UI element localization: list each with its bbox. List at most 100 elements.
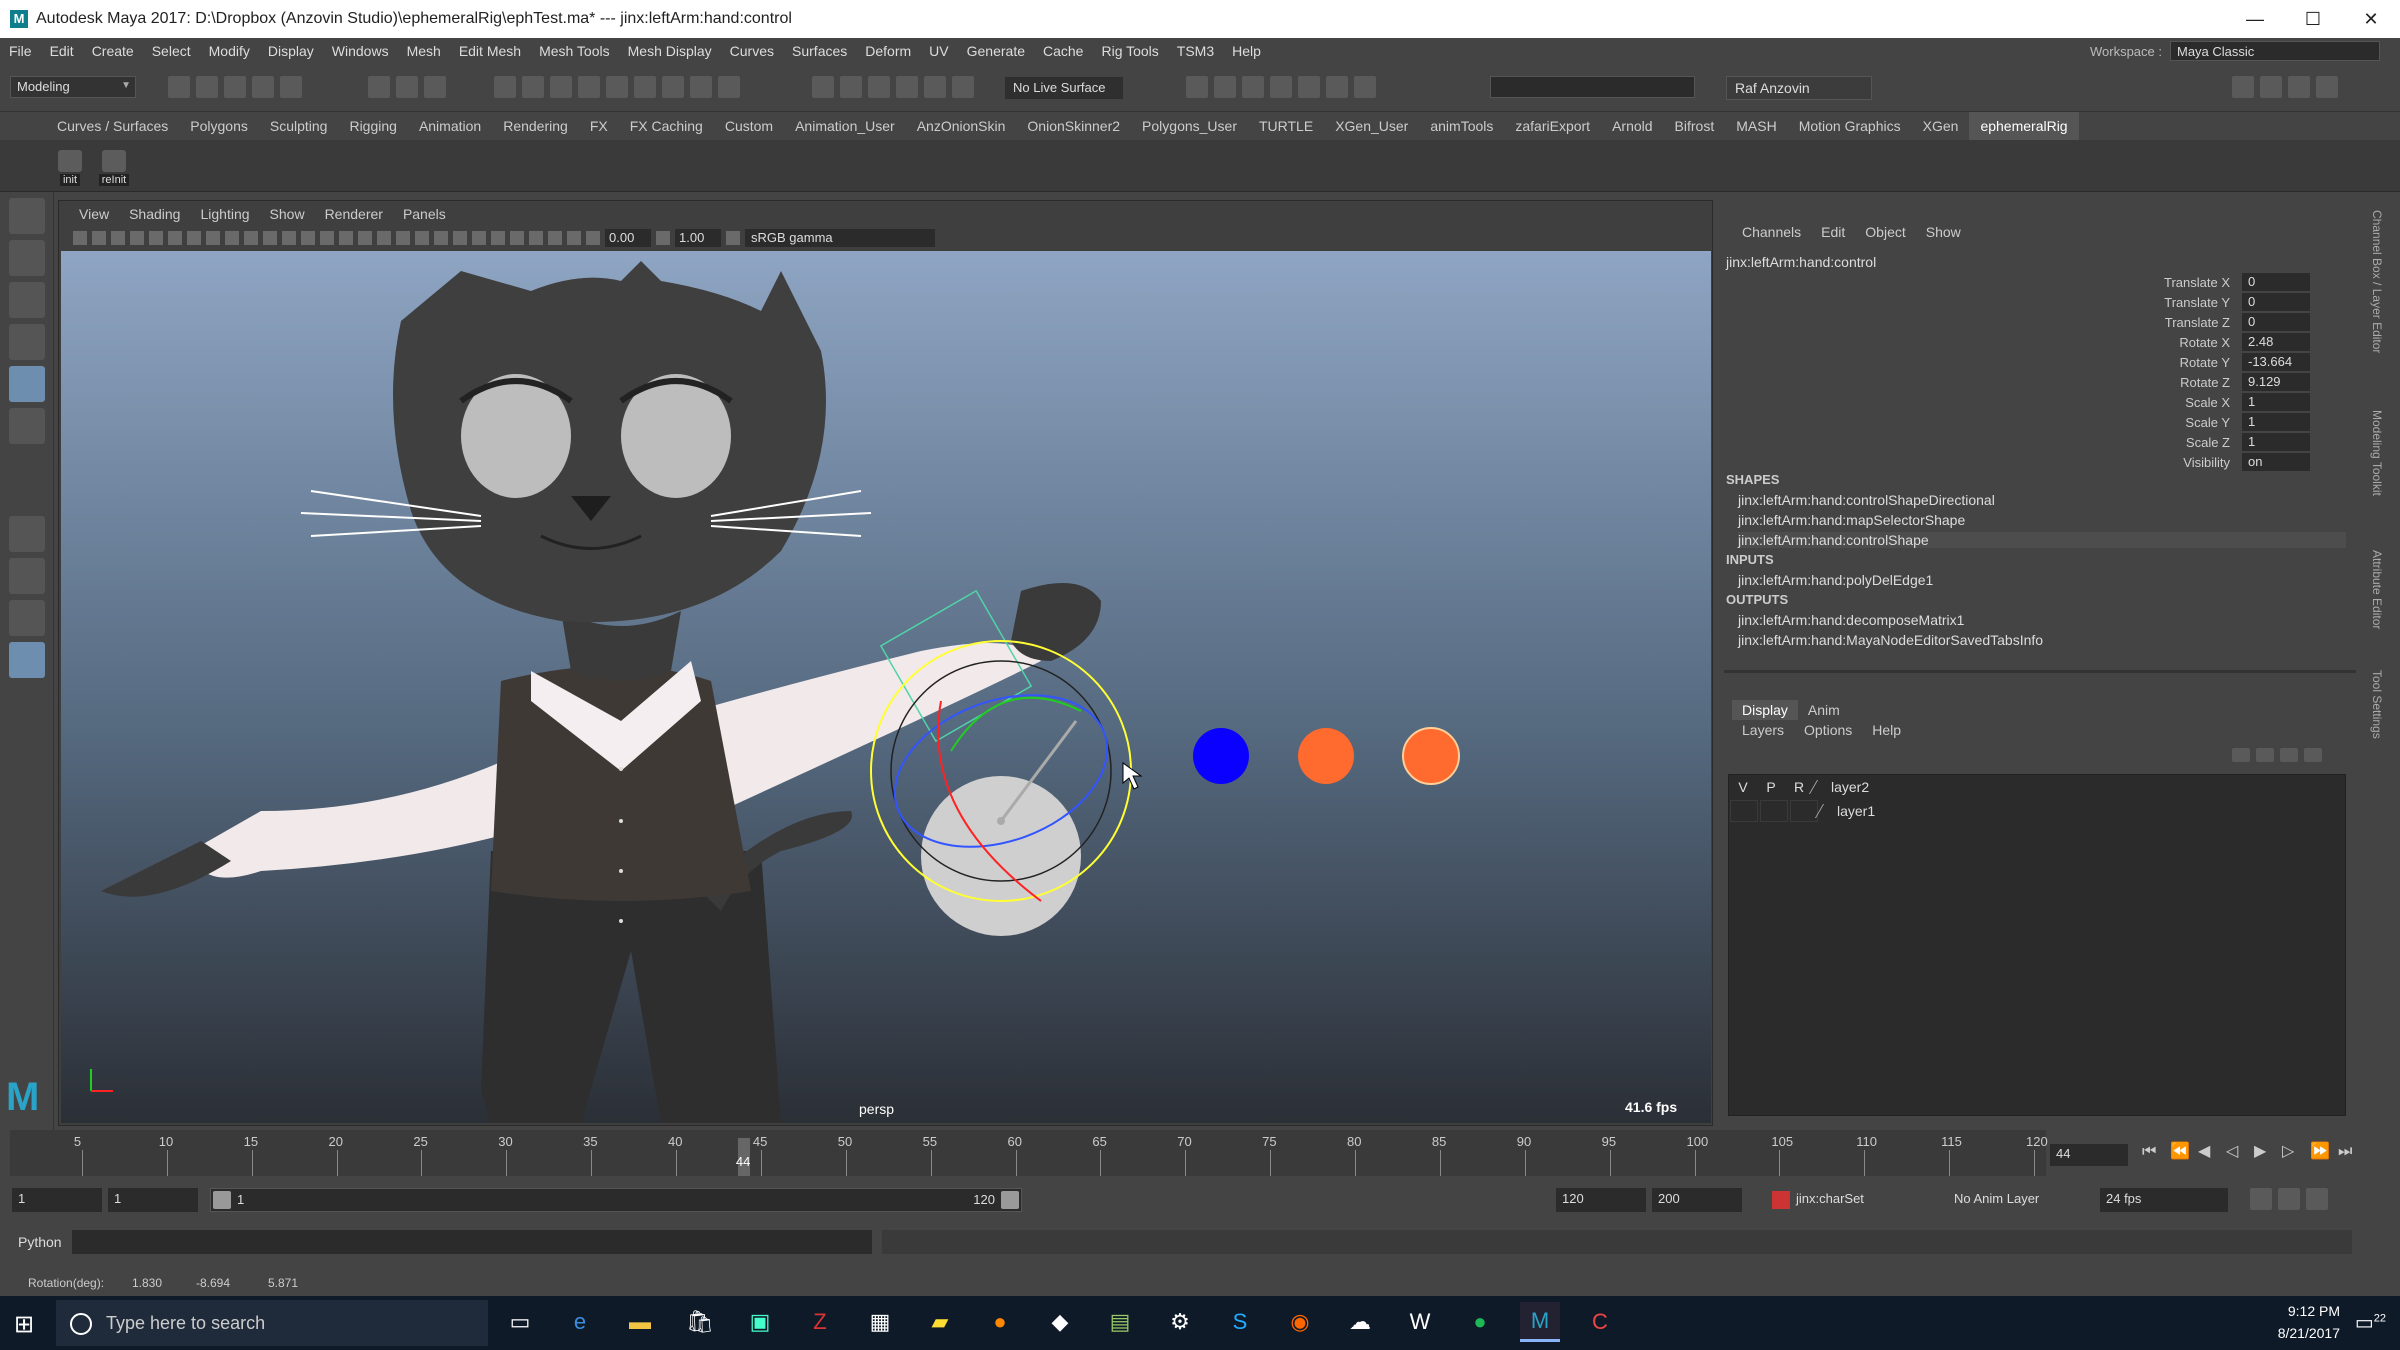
git-icon[interactable]: ◆	[1040, 1302, 1080, 1342]
lasso-tool-icon[interactable]	[9, 240, 45, 276]
hypershade-icon[interactable]	[1270, 76, 1292, 98]
grid-icon[interactable]	[187, 231, 201, 245]
attr-name[interactable]: Rotate X	[1982, 335, 2242, 350]
tab-modeling-toolkit[interactable]: Modeling Toolkit	[2370, 410, 2384, 496]
steam-icon[interactable]: ⚙	[1160, 1302, 1200, 1342]
use-default-material-icon[interactable]	[358, 231, 372, 245]
mask-joints-icon[interactable]	[522, 76, 544, 98]
attr-row[interactable]: Translate X0	[1982, 272, 2362, 292]
viewport-menu-view[interactable]: View	[69, 206, 119, 222]
shelf-tab[interactable]: Arnold	[1601, 112, 1663, 140]
shelf-tab[interactable]: Motion Graphics	[1788, 112, 1912, 140]
attr-value[interactable]: 1	[2242, 393, 2310, 411]
attr-value[interactable]: 1	[2242, 433, 2310, 451]
layer-menu-layers[interactable]: Layers	[1732, 722, 1794, 738]
shelf-tab[interactable]: FX	[579, 112, 619, 140]
bookmark-icon[interactable]	[111, 231, 125, 245]
tab-tool-settings[interactable]: Tool Settings	[2370, 670, 2384, 739]
menu-mesh-display[interactable]: Mesh Display	[619, 43, 721, 59]
attr-row[interactable]: Visibility on	[1982, 452, 2362, 472]
attr-value[interactable]: 0	[2242, 313, 2310, 331]
shelf-tab[interactable]: zafariExport	[1504, 112, 1601, 140]
output-node[interactable]: jinx:leftArm:hand:MayaNodeEditorSavedTab…	[1738, 632, 2043, 648]
output-node[interactable]: jinx:leftArm:hand:decomposeMatrix1	[1738, 612, 1964, 628]
film-gate-icon[interactable]	[206, 231, 220, 245]
time-slider-track[interactable]: 5 10 15 20 25 30 35 40 45 50 55 60 65 70 75 80 85 90 95 100…	[10, 1130, 2048, 1176]
xray-icon[interactable]	[548, 231, 562, 245]
render-globals-icon[interactable]	[1326, 76, 1348, 98]
range-end-handle[interactable]	[1001, 1191, 1019, 1209]
shelf-tab[interactable]: TURTLE	[1248, 112, 1324, 140]
menu-display[interactable]: Display	[259, 43, 323, 59]
safe-action-icon[interactable]	[282, 231, 296, 245]
shape-node[interactable]: jinx:leftArm:hand:mapSelectorShape	[1738, 512, 1965, 528]
shape-node-selected[interactable]: jinx:leftArm:hand:controlShape	[1738, 532, 2346, 548]
shelf-tab[interactable]: Sculpting	[259, 112, 339, 140]
current-frame-field[interactable]: 44	[2050, 1144, 2128, 1166]
attr-name[interactable]: Rotate Z	[1982, 375, 2242, 390]
notepad-icon[interactable]: ▤	[1100, 1302, 1140, 1342]
shelf-tab[interactable]: Polygons	[179, 112, 259, 140]
create-layer-from-selected-icon[interactable]	[2304, 748, 2322, 762]
pause-icon[interactable]	[1354, 76, 1376, 98]
shelf-tab[interactable]: MASH	[1725, 112, 1787, 140]
calculator-icon[interactable]: ▦	[860, 1302, 900, 1342]
windows-start-icon[interactable]: ⊞	[14, 1310, 34, 1339]
mask-rendering-icon[interactable]	[662, 76, 684, 98]
maximize-button[interactable]: ☐	[2284, 0, 2342, 38]
clock-time[interactable]: 9:12 PM	[2278, 1300, 2340, 1322]
camera-attributes-icon[interactable]	[92, 231, 106, 245]
shelf-tab[interactable]: OnionSkinner2	[1016, 112, 1131, 140]
init-shelf-button[interactable]: init	[52, 140, 88, 186]
attr-name[interactable]: Translate X	[1982, 275, 2242, 290]
3d-viewport[interactable]	[61, 251, 1711, 1123]
step-forward-frame-icon[interactable]: ▷	[2282, 1144, 2298, 1160]
menu-windows[interactable]: Windows	[323, 43, 398, 59]
anim-prefs-icon[interactable]	[2306, 1188, 2328, 1210]
step-back-key-icon[interactable]: ⏪	[2170, 1144, 2190, 1160]
file-explorer-icon[interactable]: ▬	[620, 1302, 660, 1342]
image-plane-icon[interactable]	[130, 231, 144, 245]
edge-browser-icon[interactable]: e	[560, 1302, 600, 1342]
attribute-editor-icon[interactable]	[2260, 76, 2282, 98]
skype-icon[interactable]: S	[1220, 1302, 1260, 1342]
new-scene-icon[interactable]	[168, 76, 190, 98]
attr-name[interactable]: Visibility	[1982, 455, 2242, 470]
range-slider[interactable]: 1 120	[210, 1188, 1022, 1212]
smooth-shade-icon[interactable]	[339, 231, 353, 245]
select-hierarchy-icon[interactable]	[368, 76, 390, 98]
shelf-tab[interactable]: Bifrost	[1664, 112, 1726, 140]
viewport-menu-renderer[interactable]: Renderer	[315, 206, 393, 222]
shelf-tab[interactable]: Animation	[408, 112, 492, 140]
attr-row[interactable]: Rotate Y -13.664	[1982, 352, 2362, 372]
anti-aliasing-icon[interactable]	[491, 231, 505, 245]
shelf-tab[interactable]: Custom	[714, 112, 784, 140]
live-surface-field[interactable]: No Live Surface	[1005, 77, 1123, 99]
playback-start-field[interactable]: 1	[108, 1188, 198, 1212]
fps-dropdown[interactable]: 24 fps	[2100, 1188, 2228, 1212]
step-back-frame-icon[interactable]: ◀	[2198, 1144, 2214, 1160]
range-start-handle[interactable]	[213, 1191, 231, 1209]
taskbar-search[interactable]: Type here to search	[56, 1300, 488, 1346]
channelbox-menu-channels[interactable]: Channels	[1732, 224, 1811, 240]
menu-mesh[interactable]: Mesh	[398, 43, 450, 59]
shelf-tab[interactable]: Curves / Surfaces	[46, 112, 179, 140]
snap-curve-icon[interactable]	[840, 76, 862, 98]
tab-anim[interactable]: Anim	[1798, 700, 1850, 720]
menu-mesh-tools[interactable]: Mesh Tools	[530, 43, 619, 59]
tab-channel-box[interactable]: Channel Box / Layer Editor	[2370, 210, 2384, 353]
undo-icon[interactable]	[252, 76, 274, 98]
step-forward-key-icon[interactable]: ⏩	[2310, 1144, 2330, 1160]
attr-name[interactable]: Translate Z	[1982, 315, 2242, 330]
close-button[interactable]: ✕	[2342, 0, 2400, 38]
tool-settings-icon[interactable]	[2288, 76, 2310, 98]
gamma-field[interactable]: 1.00	[675, 229, 721, 247]
view-transform-dropdown[interactable]: sRGB gamma	[745, 229, 935, 247]
rotate-tool-icon[interactable]	[9, 366, 45, 402]
create-empty-layer-icon[interactable]	[2280, 748, 2298, 762]
xray-joints-icon[interactable]	[567, 231, 581, 245]
shelf-tab[interactable]: Rendering	[492, 112, 579, 140]
input-node[interactable]: jinx:leftArm:hand:polyDelEdge1	[1738, 572, 1933, 588]
tab-attribute-editor[interactable]: Attribute Editor	[2370, 550, 2384, 629]
shadows-icon[interactable]	[434, 231, 448, 245]
